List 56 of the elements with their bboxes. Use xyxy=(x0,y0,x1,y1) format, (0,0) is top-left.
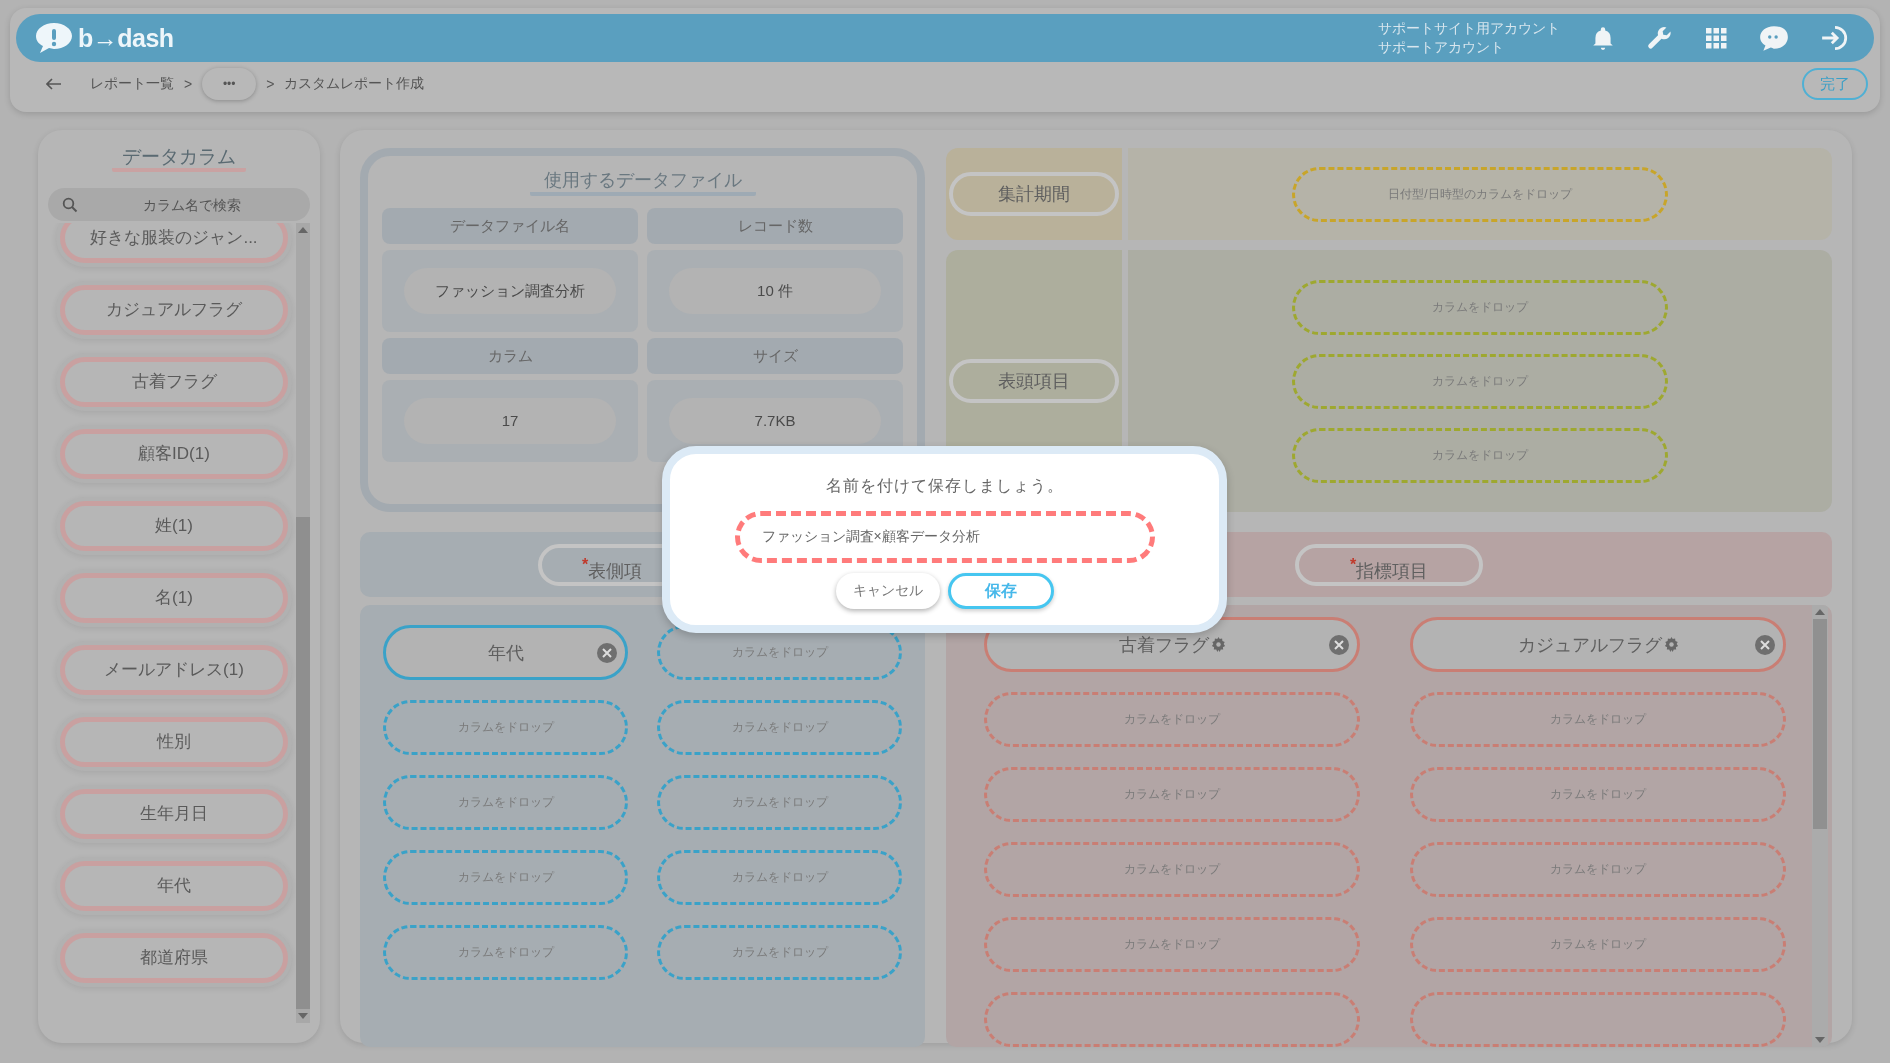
remove-icon[interactable] xyxy=(597,643,617,663)
field-label: カラム xyxy=(382,338,638,374)
column-chip[interactable]: カジュアルフラグ xyxy=(1410,617,1786,672)
logout-icon[interactable] xyxy=(1820,25,1850,51)
scroll-down-icon xyxy=(1815,1037,1825,1043)
chat-icon[interactable] xyxy=(1758,24,1790,52)
speech-bubble-icon xyxy=(34,21,74,55)
card-title: 使用するデータファイル xyxy=(529,168,756,196)
logo-text: b→dash xyxy=(78,23,174,53)
field-value: 7.7KB xyxy=(669,398,881,444)
name-field[interactable]: ファッション調査×顧客データ分析 xyxy=(734,511,1155,563)
drop-zone[interactable] xyxy=(1410,992,1786,1047)
chip-label: カジュアルフラグ xyxy=(1517,633,1662,657)
remove-icon[interactable] xyxy=(1329,635,1349,655)
field-value: ファッション調査分析 xyxy=(404,268,616,314)
more-button[interactable]: ••• xyxy=(202,68,257,100)
field-label: データファイル名 xyxy=(382,208,638,244)
required-mark: * xyxy=(1349,555,1357,573)
panel-title: データカラム xyxy=(112,146,246,172)
account-name: サポートサイト用アカウント xyxy=(1378,19,1560,38)
field-value: 10 件 xyxy=(669,268,881,314)
chip-label: 古着フラグ xyxy=(1118,633,1209,657)
section-label: 集計期間 xyxy=(949,172,1119,216)
scroll-up-icon xyxy=(1815,609,1825,615)
save-button[interactable]: 保存 xyxy=(947,573,1054,609)
account-name: サポートアカウント xyxy=(1378,38,1505,57)
drop-zone[interactable] xyxy=(984,992,1360,1047)
grid-icon[interactable] xyxy=(1704,26,1728,50)
cancel-button[interactable]: キャンセル xyxy=(835,573,940,609)
remove-icon[interactable] xyxy=(1755,635,1775,655)
field-label: サイズ xyxy=(647,338,903,374)
dialog-message: 名前を付けて保存しましょう。 xyxy=(825,476,1064,496)
scrollbar[interactable] xyxy=(296,223,310,1023)
section-label: 表側項 xyxy=(588,560,643,581)
breadcrumb-separator: > xyxy=(266,76,275,92)
scrollbar[interactable] xyxy=(1812,605,1828,1047)
scroll-up-icon xyxy=(298,227,308,233)
gear-icon[interactable] xyxy=(1210,637,1226,652)
search-icon xyxy=(62,197,78,213)
chip-label: 年代 xyxy=(487,641,524,665)
search-field[interactable]: カラム名で検索 xyxy=(48,188,310,221)
breadcrumb-separator: > xyxy=(184,76,193,92)
breadcrumb-link[interactable]: レポート一覧 xyxy=(90,75,174,93)
gear-icon[interactable] xyxy=(1663,637,1679,652)
breadcrumb-current: カスタムレポート作成 xyxy=(284,75,425,93)
back-arrow-icon[interactable] xyxy=(46,78,62,90)
section-label: 指標項目 xyxy=(1356,560,1429,581)
done-button[interactable]: 完了 xyxy=(1802,68,1868,100)
column-chip[interactable]: 年代 xyxy=(383,625,628,680)
field-label: レコード数 xyxy=(647,208,903,244)
bell-icon[interactable] xyxy=(1590,25,1616,51)
wrench-icon[interactable] xyxy=(1646,24,1674,52)
scroll-down-icon xyxy=(298,1013,308,1019)
field-value: 17 xyxy=(404,398,616,444)
section-label: 表頭項目 xyxy=(949,359,1119,403)
required-mark: * xyxy=(582,555,589,573)
